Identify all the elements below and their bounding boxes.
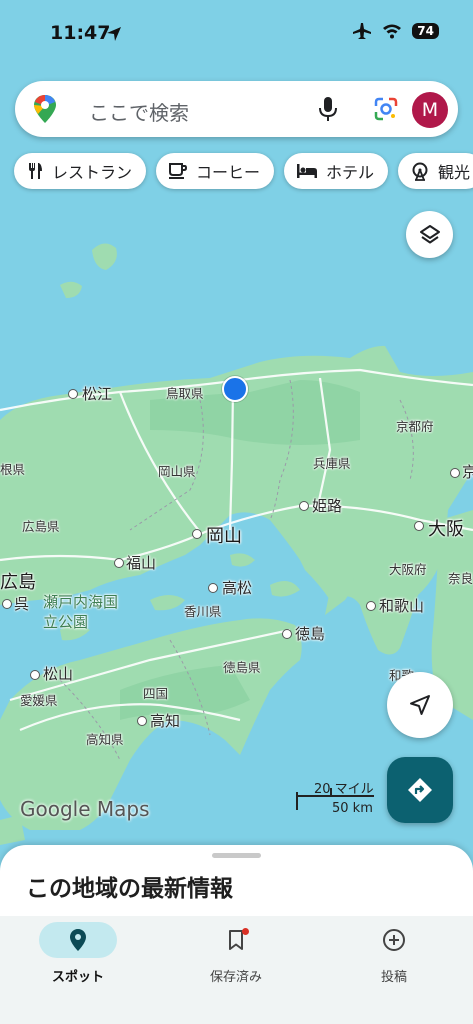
status-time: 11:47 bbox=[50, 22, 111, 44]
pref-label-nara: 奈良 bbox=[448, 571, 473, 586]
location-pin-icon bbox=[70, 929, 86, 951]
add-circle-icon bbox=[383, 929, 405, 951]
pref-label-hiroshima: 広島県 bbox=[22, 519, 60, 534]
bottom-nav: スポット 保存済み 投稿 bbox=[0, 916, 473, 1024]
nav-tab-saved[interactable]: 保存済み bbox=[176, 922, 296, 985]
city-dot bbox=[414, 521, 424, 531]
place-label-shikoku: 四国 bbox=[143, 686, 169, 701]
location-arrow-icon bbox=[107, 27, 121, 41]
place-label-okayama[interactable]: 岡山 bbox=[206, 522, 242, 548]
bed-icon bbox=[297, 164, 318, 178]
place-label-fukuyama[interactable]: 福山 bbox=[126, 552, 156, 573]
pref-label-kyoto: 京都府 bbox=[396, 419, 434, 434]
place-label-himeji[interactable]: 姫路 bbox=[312, 495, 342, 516]
place-label-matsuyama[interactable]: 松山 bbox=[43, 663, 73, 684]
place-label-tokushima[interactable]: 徳島 bbox=[295, 623, 325, 644]
park-label-setonaikai[interactable]: 瀬戸内海国立公園 bbox=[43, 592, 123, 632]
search-input[interactable]: ここで検索 bbox=[89, 97, 189, 126]
fork-knife-icon bbox=[29, 163, 42, 179]
layers-button[interactable] bbox=[406, 211, 453, 258]
chip-label: 観光 bbox=[438, 163, 471, 182]
navigation-arrow-icon bbox=[410, 695, 430, 715]
directions-icon bbox=[408, 778, 432, 802]
place-label-osaka[interactable]: 大阪 bbox=[428, 515, 464, 541]
pref-label-kagawa: 香川県 bbox=[184, 604, 222, 619]
google-lens-icon[interactable] bbox=[373, 96, 399, 122]
airplane-mode-icon bbox=[353, 23, 372, 39]
city-dot bbox=[114, 558, 124, 568]
notification-dot bbox=[242, 928, 249, 935]
place-label-kochi[interactable]: 高知 bbox=[150, 710, 180, 731]
category-chips: レストラン コーヒー ホテル 観光 bbox=[14, 153, 473, 189]
city-dot bbox=[30, 670, 40, 680]
sheet-grabber[interactable] bbox=[212, 853, 261, 858]
search-bar[interactable]: ここで検索 M bbox=[15, 81, 458, 137]
pref-label-okayama: 岡山県 bbox=[158, 464, 196, 479]
my-location-button[interactable] bbox=[387, 672, 453, 738]
city-dot bbox=[282, 629, 292, 639]
city-dot bbox=[299, 501, 309, 511]
pref-label-kochi: 高知県 bbox=[86, 732, 124, 747]
microphone-icon[interactable] bbox=[315, 95, 341, 123]
city-dot bbox=[137, 716, 147, 726]
place-label-hiroshima[interactable]: 広島 bbox=[0, 568, 36, 594]
pref-label-tokushima: 徳島県 bbox=[223, 660, 261, 675]
chip-label: レストラン bbox=[52, 163, 133, 182]
chip-restaurant[interactable]: レストラン bbox=[14, 153, 147, 189]
chip-label: コーヒー bbox=[196, 163, 261, 182]
scale-km: 50 km bbox=[332, 801, 373, 816]
chip-hotel[interactable]: ホテル bbox=[284, 153, 389, 189]
ferris-wheel-icon bbox=[412, 162, 428, 181]
city-dot bbox=[450, 468, 460, 478]
place-label-matsue[interactable]: 松江 bbox=[82, 383, 112, 404]
nav-tab-explore[interactable]: スポット bbox=[18, 922, 138, 985]
pref-label-tottori: 鳥取県 bbox=[166, 386, 204, 401]
city-dot bbox=[366, 601, 376, 611]
status-bar: 11:47 74 bbox=[0, 0, 473, 60]
nav-tab-contribute[interactable]: 投稿 bbox=[334, 922, 454, 985]
chip-sightseeing[interactable]: 観光 bbox=[398, 153, 473, 189]
place-label-kyoto[interactable]: 京 bbox=[462, 461, 473, 482]
city-dot bbox=[68, 389, 78, 399]
coffee-icon bbox=[169, 163, 188, 179]
map-scale: 20 マイル 50 km bbox=[296, 778, 376, 818]
layers-icon bbox=[419, 224, 440, 243]
city-dot bbox=[208, 583, 218, 593]
google-maps-pin-icon bbox=[34, 95, 56, 123]
place-label-takamatsu[interactable]: 高松 bbox=[222, 577, 252, 598]
city-dot bbox=[192, 529, 202, 539]
pref-label-osaka: 大阪府 bbox=[389, 562, 427, 577]
chip-label: ホテル bbox=[326, 163, 375, 182]
nav-label: スポット bbox=[51, 970, 104, 985]
status-icons: 74 bbox=[352, 22, 439, 40]
pref-label-hyogo: 兵庫県 bbox=[313, 456, 351, 471]
sheet-title: この地域の最新情報 bbox=[26, 876, 233, 902]
pref-label-ehime: 愛媛県 bbox=[20, 693, 58, 708]
place-label-wakayama[interactable]: 和歌山 bbox=[379, 595, 424, 616]
pref-label-shimane: 根県 bbox=[0, 462, 26, 477]
avatar[interactable]: M bbox=[412, 92, 448, 128]
nav-label: 保存済み bbox=[209, 970, 262, 985]
my-location-dot[interactable] bbox=[222, 376, 248, 402]
chip-coffee[interactable]: コーヒー bbox=[156, 153, 275, 189]
city-dot bbox=[2, 599, 12, 609]
wifi-icon bbox=[383, 24, 402, 39]
nav-label: 投稿 bbox=[380, 970, 407, 985]
google-maps-attribution: Google Maps bbox=[20, 797, 150, 821]
place-label-kure[interactable]: 呉 bbox=[14, 593, 29, 614]
directions-button[interactable] bbox=[387, 757, 453, 823]
battery-indicator: 74 bbox=[412, 23, 439, 39]
